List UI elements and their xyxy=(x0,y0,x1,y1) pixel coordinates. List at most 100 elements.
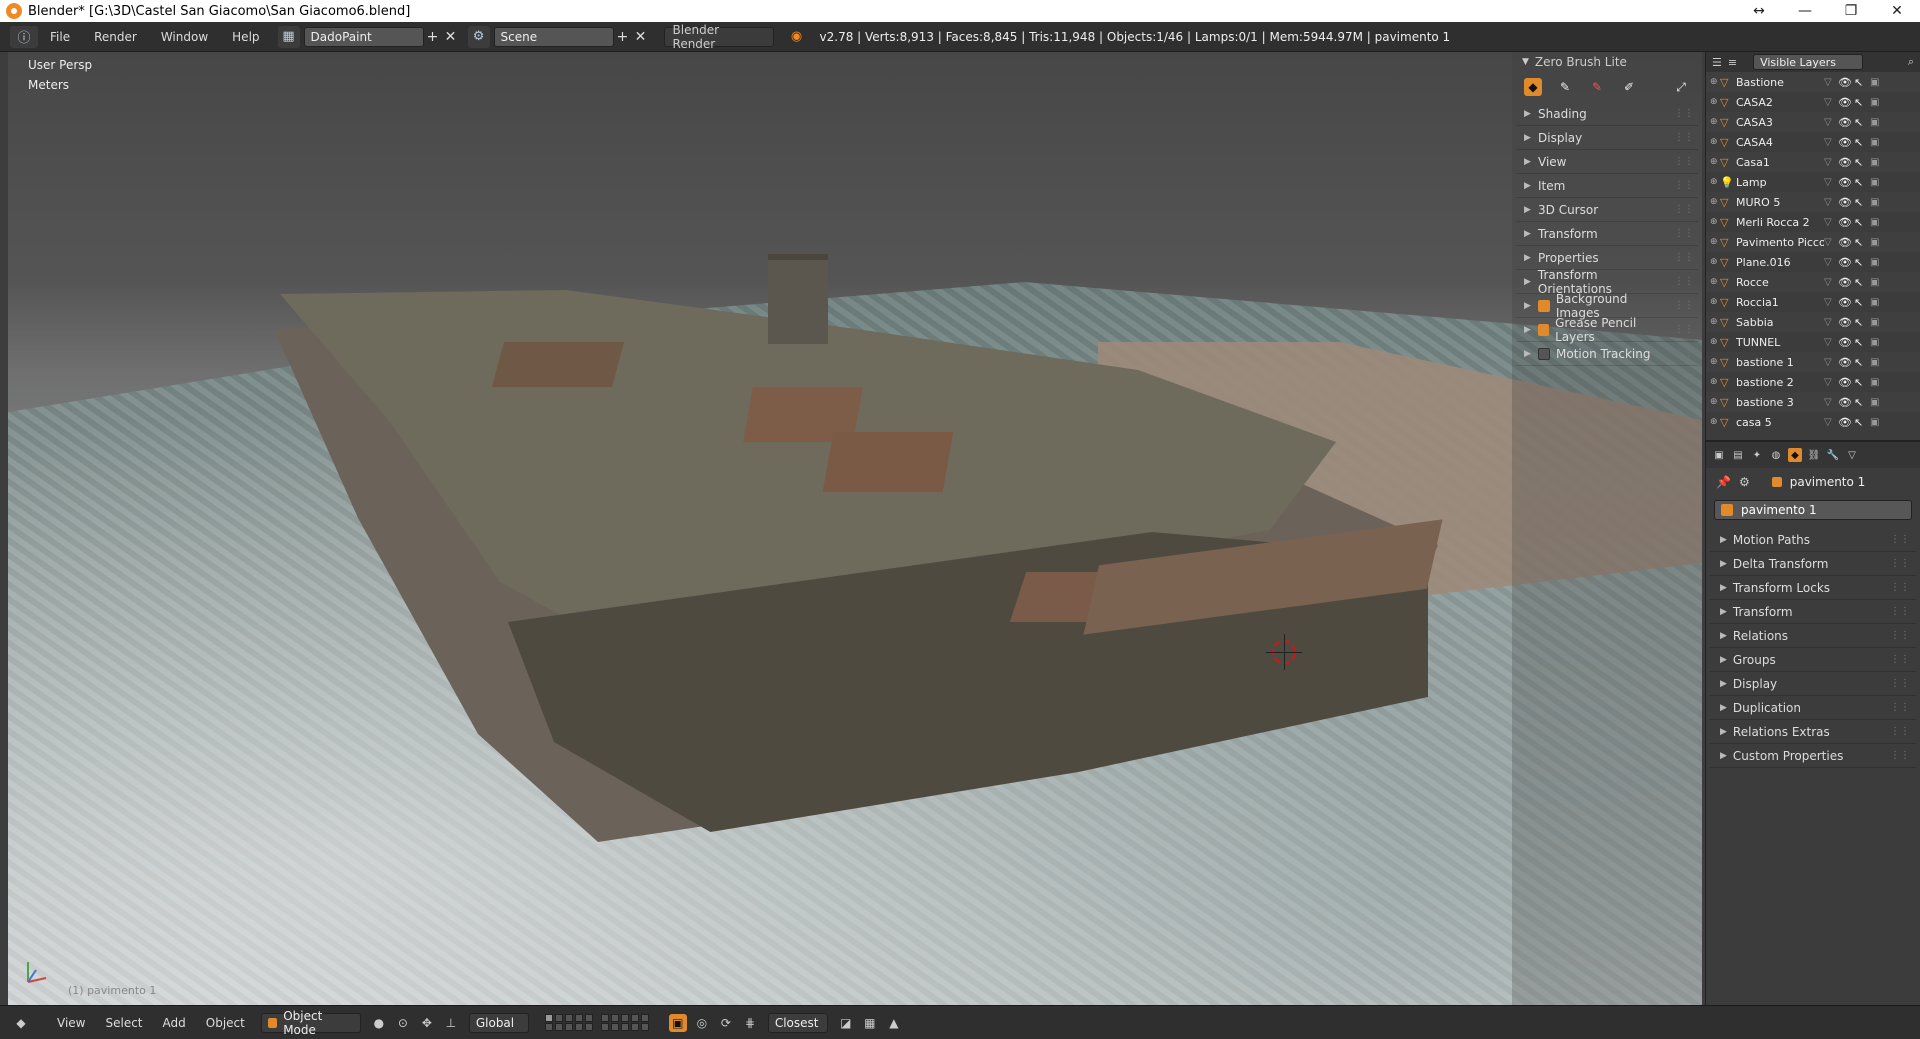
layer-button[interactable] xyxy=(610,1023,619,1031)
expand-icon[interactable]: ⊕ xyxy=(1710,257,1720,267)
menu-file[interactable]: File xyxy=(38,30,82,44)
pivot-point-icon[interactable]: ⊙ xyxy=(394,1014,412,1032)
layer-button[interactable] xyxy=(584,1023,593,1031)
visibility-icon[interactable]: 👁 xyxy=(1838,396,1854,409)
layer-button[interactable] xyxy=(574,1014,583,1022)
outliner-editor-icon[interactable]: ☰ xyxy=(1712,56,1722,69)
layer-button[interactable] xyxy=(640,1023,649,1031)
expand-icon[interactable]: ⊕ xyxy=(1710,357,1720,367)
outliner-item[interactable]: ⊕ ▽ CASA2 ▽ 👁 ↖ ▣ xyxy=(1706,92,1920,112)
selectable-icon[interactable]: ↖ xyxy=(1854,216,1870,229)
properties-panel-groups[interactable]: ▶ Groups ⋮⋮ xyxy=(1710,648,1916,672)
properties-panel-transform-locks[interactable]: ▶ Transform Locks ⋮⋮ xyxy=(1710,576,1916,600)
add-scene-icon[interactable]: + xyxy=(614,29,632,45)
expand-icon[interactable]: ⊕ xyxy=(1710,277,1720,287)
eraser-icon[interactable]: ✐ xyxy=(1620,78,1638,96)
render-icon[interactable]: ▣ xyxy=(1870,77,1884,88)
outliner-item[interactable]: ⊕ ▽ Casa1 ▽ 👁 ↖ ▣ xyxy=(1706,152,1920,172)
selectable-icon[interactable]: ↖ xyxy=(1854,396,1870,409)
drag-handle-icon[interactable]: ⋮⋮ xyxy=(1890,654,1910,665)
drag-handle-icon[interactable]: ⋮⋮ xyxy=(1674,300,1694,311)
selectable-icon[interactable]: ↖ xyxy=(1854,256,1870,269)
outliner-item[interactable]: ⊕ ▽ Bastione ▽ 👁 ↖ ▣ xyxy=(1706,72,1920,92)
layer-button[interactable] xyxy=(564,1014,573,1022)
tool-panel-display[interactable]: ▶ Display ⋮⋮ xyxy=(1516,126,1698,150)
layer-button[interactable] xyxy=(544,1023,553,1031)
drag-handle-icon[interactable]: ⋮⋮ xyxy=(1890,678,1910,689)
tool-panel-grease-pencil-layers[interactable]: ▶ Grease Pencil Layers ⋮⋮ xyxy=(1516,316,1698,344)
drag-handle-icon[interactable]: ⋮⋮ xyxy=(1674,108,1694,119)
minimize-button[interactable]: — xyxy=(1782,0,1828,22)
snap-icon[interactable]: ⟳ xyxy=(717,1014,735,1032)
layer-button[interactable] xyxy=(600,1014,609,1022)
expand-icon[interactable]: ⊕ xyxy=(1710,117,1720,127)
render-icon[interactable]: ▣ xyxy=(1870,117,1884,128)
layer-button[interactable] xyxy=(554,1014,563,1022)
tool-panel-motion-tracking[interactable]: ▶ Motion Tracking ⋮⋮ xyxy=(1516,342,1698,366)
expand-icon[interactable]: ⊕ xyxy=(1710,177,1720,187)
expand-icon[interactable]: ⊕ xyxy=(1710,337,1720,347)
outliner-item[interactable]: ⊕ ▽ CASA4 ▽ 👁 ↖ ▣ xyxy=(1706,132,1920,152)
properties-panel-delta-transform[interactable]: ▶ Delta Transform ⋮⋮ xyxy=(1710,552,1916,576)
expand-icon[interactable]: ⤢ xyxy=(1672,78,1690,96)
selectable-icon[interactable]: ↖ xyxy=(1854,336,1870,349)
outliner-item[interactable]: ⊕ ▽ casa 5 ▽ 👁 ↖ ▣ xyxy=(1706,412,1920,432)
render-icon[interactable]: ▣ xyxy=(1870,417,1884,428)
properties-panel-relations[interactable]: ▶ Relations ⋮⋮ xyxy=(1710,624,1916,648)
outliner-item[interactable]: ⊕ ▽ Rocce ▽ 👁 ↖ ▣ xyxy=(1706,272,1920,292)
expand-icon[interactable]: ⊕ xyxy=(1710,77,1720,87)
visibility-icon[interactable]: 👁 xyxy=(1838,96,1854,109)
selectable-icon[interactable]: ↖ xyxy=(1854,356,1870,369)
layer-button[interactable] xyxy=(574,1023,583,1031)
info-editor-icon[interactable]: ⓘ xyxy=(10,25,38,48)
restore-button[interactable]: ❐ xyxy=(1828,0,1874,22)
properties-panel-relations-extras[interactable]: ▶ Relations Extras ⋮⋮ xyxy=(1710,720,1916,744)
layer-button[interactable] xyxy=(620,1014,629,1022)
visibility-icon[interactable]: 👁 xyxy=(1838,316,1854,329)
outliner-display-filter[interactable]: Visible Layers xyxy=(1753,54,1864,70)
properties-panel-motion-paths[interactable]: ▶ Motion Paths ⋮⋮ xyxy=(1710,528,1916,552)
remove-screen-icon[interactable]: ✕ xyxy=(442,29,460,45)
render-icon[interactable]: ▣ xyxy=(1870,357,1884,368)
snap-target-select[interactable]: Closest xyxy=(767,1012,828,1033)
render-icon[interactable]: ▣ xyxy=(1870,297,1884,308)
layer-button[interactable] xyxy=(620,1023,629,1031)
add-screen-icon[interactable]: + xyxy=(424,29,442,45)
outliner-item[interactable]: ⊕ ▽ bastione 3 ▽ 👁 ↖ ▣ xyxy=(1706,392,1920,412)
object-icon[interactable]: ◆ xyxy=(1524,78,1542,96)
selectable-icon[interactable]: ↖ xyxy=(1854,116,1870,129)
layer-button[interactable] xyxy=(600,1023,609,1031)
render-icon[interactable]: ▣ xyxy=(1870,137,1884,148)
selectable-icon[interactable]: ↖ xyxy=(1854,376,1870,389)
visibility-icon[interactable]: 👁 xyxy=(1838,136,1854,149)
drag-handle-icon[interactable]: ⋮⋮ xyxy=(1674,276,1694,287)
tool-panel-transform[interactable]: ▶ Transform ⋮⋮ xyxy=(1516,222,1698,246)
menu-select[interactable]: Select xyxy=(95,1016,152,1030)
tool-panel-properties[interactable]: ▶ Properties ⋮⋮ xyxy=(1516,246,1698,270)
menu-add[interactable]: Add xyxy=(153,1016,196,1030)
opengl-render-icon[interactable]: ◪ xyxy=(837,1014,855,1032)
visibility-icon[interactable]: 👁 xyxy=(1838,76,1854,89)
drag-handle-icon[interactable]: ⋮⋮ xyxy=(1674,204,1694,215)
render-engine-select[interactable]: Blender Render xyxy=(663,23,774,51)
expand-icon[interactable]: ⊕ xyxy=(1710,157,1720,167)
visibility-icon[interactable]: 👁 xyxy=(1838,156,1854,169)
visibility-icon[interactable]: 👁 xyxy=(1838,236,1854,249)
outliner-item[interactable]: ⊕ ▽ MURO 5 ▽ 👁 ↖ ▣ xyxy=(1706,192,1920,212)
outliner-item[interactable]: ⊕ ▽ bastione 2 ▽ 👁 ↖ ▣ xyxy=(1706,372,1920,392)
layer-button[interactable] xyxy=(544,1014,553,1022)
render-icon[interactable]: ▣ xyxy=(1870,177,1884,188)
outliner-item[interactable]: ⊕ ▽ CASA3 ▽ 👁 ↖ ▣ xyxy=(1706,112,1920,132)
visibility-icon[interactable]: 👁 xyxy=(1838,116,1854,129)
drag-handle-icon[interactable]: ⋮⋮ xyxy=(1890,606,1910,617)
layer-button[interactable] xyxy=(584,1014,593,1022)
properties-panel-display[interactable]: ▶ Display ⋮⋮ xyxy=(1710,672,1916,696)
menu-render[interactable]: Render xyxy=(82,30,149,44)
selectable-icon[interactable]: ↖ xyxy=(1854,236,1870,249)
visibility-icon[interactable]: 👁 xyxy=(1838,176,1854,189)
selectable-icon[interactable]: ↖ xyxy=(1854,276,1870,289)
object-tab-icon[interactable]: ◆ xyxy=(1788,448,1802,462)
world-tab-icon[interactable]: ◍ xyxy=(1769,448,1783,462)
selectable-icon[interactable]: ↖ xyxy=(1854,156,1870,169)
render-tab-icon[interactable]: ▣ xyxy=(1712,448,1726,462)
